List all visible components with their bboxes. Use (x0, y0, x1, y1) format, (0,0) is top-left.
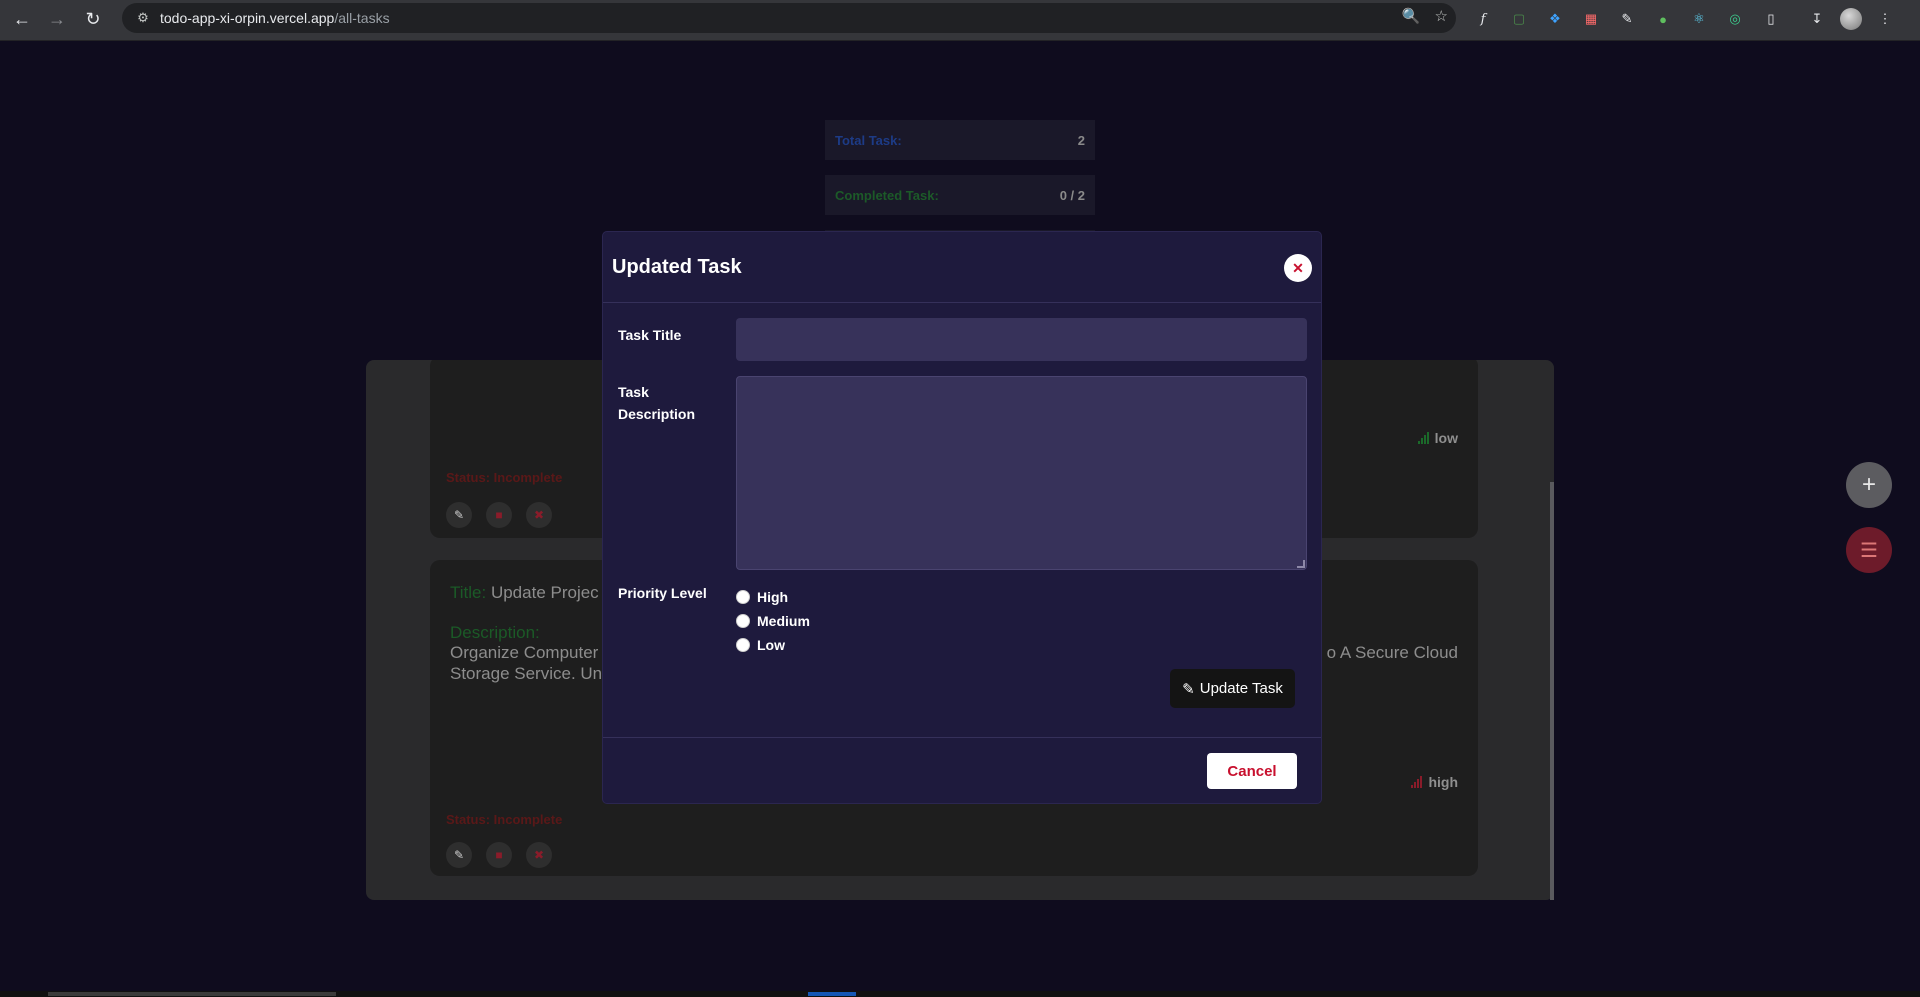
taskbar-item-active[interactable] (808, 992, 856, 996)
back-icon[interactable]: ← (5, 2, 39, 36)
taskbar-item[interactable] (48, 992, 336, 996)
browser-toolbar: ← → ↻ ⚙ todo-app-xi-orpin.vercel.app/all… (0, 0, 1920, 41)
task-description-textarea[interactable] (736, 376, 1307, 570)
modal-title: Updated Task (612, 256, 742, 278)
forward-icon[interactable]: → (40, 2, 74, 36)
update-task-button[interactable]: ✎ Update Task (1170, 669, 1295, 708)
target-extension-icon[interactable]: ◎ (1722, 6, 1748, 32)
task-description-label: Task Description (618, 384, 696, 422)
reload-icon[interactable]: ↻ (76, 2, 110, 36)
radio-button[interactable] (736, 614, 750, 628)
radio-button[interactable] (736, 590, 750, 604)
react-extension-icon[interactable]: ⚛ (1686, 6, 1712, 32)
cancel-button[interactable]: Cancel (1207, 753, 1297, 789)
priority-option-label: High (757, 589, 789, 605)
menu-kebab-icon[interactable]: ⋮ (1872, 6, 1898, 32)
modal-footer: Cancel (603, 737, 1321, 803)
fx-extension-icon[interactable]: f (1470, 6, 1496, 32)
task-title-input[interactable] (736, 318, 1307, 361)
update-task-label: Update Task (1199, 680, 1283, 697)
priority-option-high[interactable]: High (736, 585, 810, 609)
priority-radio-group: High Medium Low (736, 585, 810, 657)
dropper-extension-icon[interactable]: ✎ (1614, 6, 1640, 32)
task-title-label: Task Title (618, 327, 682, 343)
close-icon: ✕ (1292, 259, 1304, 276)
priority-option-label: Low (757, 637, 785, 653)
priority-option-low[interactable]: Low (736, 633, 810, 657)
extensions-puzzle-icon[interactable]: ▯ (1758, 6, 1784, 32)
download-icon[interactable]: ↧ (1804, 6, 1830, 32)
bookmark-star-icon[interactable]: ☆ (1435, 7, 1448, 25)
resize-handle-icon[interactable] (1297, 560, 1305, 568)
address-bar[interactable]: ⚙ todo-app-xi-orpin.vercel.app/all-tasks… (122, 3, 1456, 33)
priority-level-label: Priority Level (618, 585, 707, 601)
radio-button[interactable] (736, 638, 750, 652)
zoom-icon[interactable]: 🔍 (1402, 7, 1421, 25)
frog-extension-icon[interactable]: ● (1650, 6, 1676, 32)
priority-option-label: Medium (757, 613, 810, 629)
calendar-extension-icon[interactable]: ▦ (1578, 6, 1604, 32)
url-text: todo-app-xi-orpin.vercel.app/all-tasks (160, 10, 390, 26)
bird-extension-icon[interactable]: ❖ (1542, 6, 1568, 32)
edit-icon: ✎ (1182, 680, 1195, 698)
close-modal-button[interactable]: ✕ (1284, 254, 1312, 282)
update-task-modal: Updated Task ✕ Task Title Task Descriptio… (603, 232, 1321, 803)
profile-avatar[interactable] (1840, 8, 1862, 30)
modal-header: Updated Task ✕ (603, 232, 1321, 303)
site-settings-icon[interactable]: ⚙ (132, 7, 154, 29)
screen-extension-icon[interactable]: ▢ (1506, 6, 1532, 32)
priority-option-medium[interactable]: Medium (736, 609, 810, 633)
taskbar (0, 991, 1920, 997)
